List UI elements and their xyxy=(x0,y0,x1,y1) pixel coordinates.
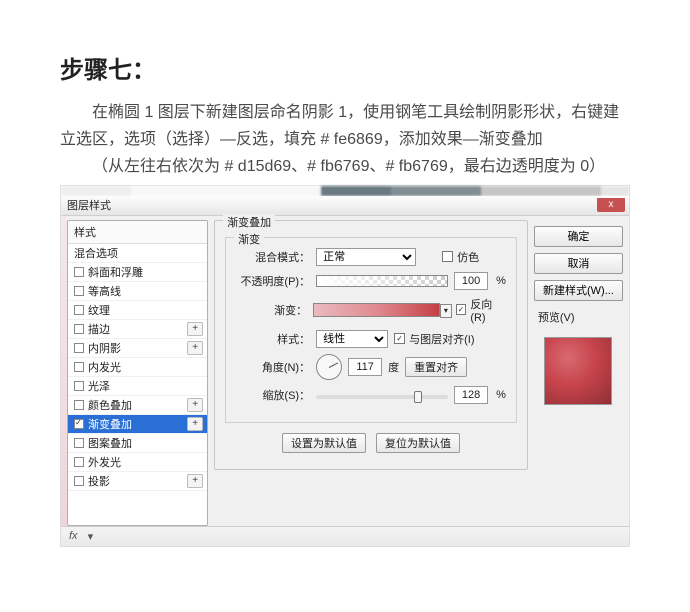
effect-checkbox[interactable] xyxy=(74,305,84,315)
effects-list: 样式 混合选项斜面和浮雕等高线纹理描边 + 内阴影 + 内发光光泽颜色叠加 + 渐变叠加 + 图… xyxy=(67,220,208,526)
screenshot-background-strip xyxy=(61,186,629,196)
effect-item-12[interactable]: 投影 + xyxy=(68,472,207,491)
gradient-picker[interactable]: ▾ xyxy=(313,303,440,317)
add-effect-button[interactable]: + xyxy=(187,417,203,431)
effect-item-10[interactable]: 图案叠加 xyxy=(68,434,207,453)
opacity-slider[interactable] xyxy=(316,275,448,287)
effect-checkbox[interactable] xyxy=(74,343,84,353)
effect-label: 描边 xyxy=(88,321,110,337)
effect-checkbox[interactable] xyxy=(74,438,84,448)
cancel-button[interactable]: 取消 xyxy=(534,253,623,274)
effect-label: 混合选项 xyxy=(74,245,118,261)
gradient-label: 渐变： xyxy=(236,302,307,318)
effect-checkbox[interactable] xyxy=(74,381,84,391)
layer-style-dialog-container: 图层样式 x 样式 混合选项斜面和浮雕等高线纹理描边 + 内阴影 + 内发光光泽颜色叠加… xyxy=(60,185,630,547)
effect-label: 纹理 xyxy=(88,302,110,318)
angle-dial[interactable] xyxy=(316,354,342,380)
step-body-1: 在椭圆 1 图层下新建图层命名阴影 1，使用钢笔工具绘制阴影形状，右键建立选区，… xyxy=(60,99,630,153)
effect-item-7[interactable]: 光泽 xyxy=(68,377,207,396)
dither-label: 仿色 xyxy=(457,249,479,265)
gradient-dropdown-icon[interactable]: ▾ xyxy=(440,304,452,318)
style-label: 样式： xyxy=(236,331,310,347)
effect-checkbox[interactable] xyxy=(74,457,84,467)
effect-label: 等高线 xyxy=(88,283,121,299)
gradient-subgroup: 渐变 混合模式： 正常 仿色 xyxy=(225,237,517,423)
statusbar-menu-icon[interactable]: ▾ xyxy=(88,530,94,543)
align-layer-checkbox[interactable] xyxy=(394,333,405,344)
effect-item-11[interactable]: 外发光 xyxy=(68,453,207,472)
effect-item-2[interactable]: 等高线 xyxy=(68,282,207,301)
add-effect-button[interactable]: + xyxy=(187,341,203,355)
effects-list-header: 样式 xyxy=(68,221,207,244)
effect-item-4[interactable]: 描边 + xyxy=(68,320,207,339)
ok-button[interactable]: 确定 xyxy=(534,226,623,247)
scale-unit: % xyxy=(496,389,506,401)
reset-alignment-button[interactable]: 重置对齐 xyxy=(405,357,467,377)
gradient-overlay-group: 渐变叠加 渐变 混合模式： 正常 仿色 xyxy=(214,220,528,470)
preview-swatch xyxy=(544,337,612,405)
effect-checkbox[interactable] xyxy=(74,324,84,334)
align-layer-label: 与图层对齐(I) xyxy=(409,331,474,347)
angle-label: 角度(N)： xyxy=(236,359,310,375)
effect-label: 内发光 xyxy=(88,359,121,375)
effect-label: 投影 xyxy=(88,473,110,489)
subgroup-title: 渐变 xyxy=(234,231,264,247)
fx-icon[interactable]: fx xyxy=(69,530,78,542)
effect-item-9[interactable]: 渐变叠加 + xyxy=(68,415,207,434)
effect-checkbox[interactable] xyxy=(74,362,84,372)
scale-field[interactable]: 128 xyxy=(454,386,488,404)
dialog-statusbar: fx ▾ xyxy=(61,526,629,546)
dither-checkbox[interactable] xyxy=(442,251,453,262)
scale-label: 缩放(S)： xyxy=(236,387,310,403)
blend-mode-label: 混合模式： xyxy=(236,249,310,265)
reset-default-button[interactable]: 复位为默认值 xyxy=(376,433,460,453)
dialog-title: 图层样式 xyxy=(67,197,111,213)
effect-item-8[interactable]: 颜色叠加 + xyxy=(68,396,207,415)
effect-label: 斜面和浮雕 xyxy=(88,264,143,280)
preview-label: 预览(V) xyxy=(538,309,575,325)
close-button[interactable]: x xyxy=(597,198,625,212)
effect-item-3[interactable]: 纹理 xyxy=(68,301,207,320)
angle-unit: 度 xyxy=(388,359,399,375)
layer-style-dialog: 图层样式 x 样式 混合选项斜面和浮雕等高线纹理描边 + 内阴影 + 内发光光泽颜色叠加… xyxy=(61,196,629,546)
dialog-titlebar[interactable]: 图层样式 x xyxy=(61,196,629,216)
settings-panel: 渐变叠加 渐变 混合模式： 正常 仿色 xyxy=(214,220,528,526)
step-body-2: （从左往右依次为 # d15d69、# fb6769、# fb6769，最右边透… xyxy=(60,153,630,180)
add-effect-button[interactable]: + xyxy=(187,474,203,488)
blend-mode-select[interactable]: 正常 xyxy=(316,248,416,266)
effect-checkbox[interactable] xyxy=(74,419,84,429)
effect-item-6[interactable]: 内发光 xyxy=(68,358,207,377)
angle-field[interactable]: 117 xyxy=(348,358,382,376)
dialog-buttons-column: 确定 取消 新建样式(W)... 预览(V) xyxy=(534,220,623,526)
effect-item-5[interactable]: 内阴影 + xyxy=(68,339,207,358)
effect-label: 图案叠加 xyxy=(88,435,132,451)
effect-label: 内阴影 xyxy=(88,340,121,356)
left-edge-strip xyxy=(61,216,67,526)
gradient-style-select[interactable]: 线性 xyxy=(316,330,388,348)
scale-slider[interactable] xyxy=(316,395,448,399)
add-effect-button[interactable]: + xyxy=(187,398,203,412)
effect-label: 渐变叠加 xyxy=(88,416,132,432)
opacity-unit: % xyxy=(496,275,506,287)
effect-checkbox[interactable] xyxy=(74,476,84,486)
effect-label: 外发光 xyxy=(88,454,121,470)
make-default-button[interactable]: 设置为默认值 xyxy=(282,433,366,453)
effect-item-1[interactable]: 斜面和浮雕 xyxy=(68,263,207,282)
new-style-button[interactable]: 新建样式(W)... xyxy=(534,280,623,301)
effect-checkbox[interactable] xyxy=(74,267,84,277)
add-effect-button[interactable]: + xyxy=(187,322,203,336)
effect-checkbox[interactable] xyxy=(74,400,84,410)
effect-item-0[interactable]: 混合选项 xyxy=(68,244,207,263)
opacity-label: 不透明度(P)： xyxy=(236,273,310,289)
effect-label: 光泽 xyxy=(88,378,110,394)
reverse-checkbox[interactable] xyxy=(456,304,467,315)
step-heading: 步骤七： xyxy=(60,50,630,85)
group-title: 渐变叠加 xyxy=(223,214,275,230)
effect-checkbox[interactable] xyxy=(74,286,84,296)
reverse-label: 反向(R) xyxy=(470,296,506,324)
effect-label: 颜色叠加 xyxy=(88,397,132,413)
opacity-field[interactable]: 100 xyxy=(454,272,488,290)
